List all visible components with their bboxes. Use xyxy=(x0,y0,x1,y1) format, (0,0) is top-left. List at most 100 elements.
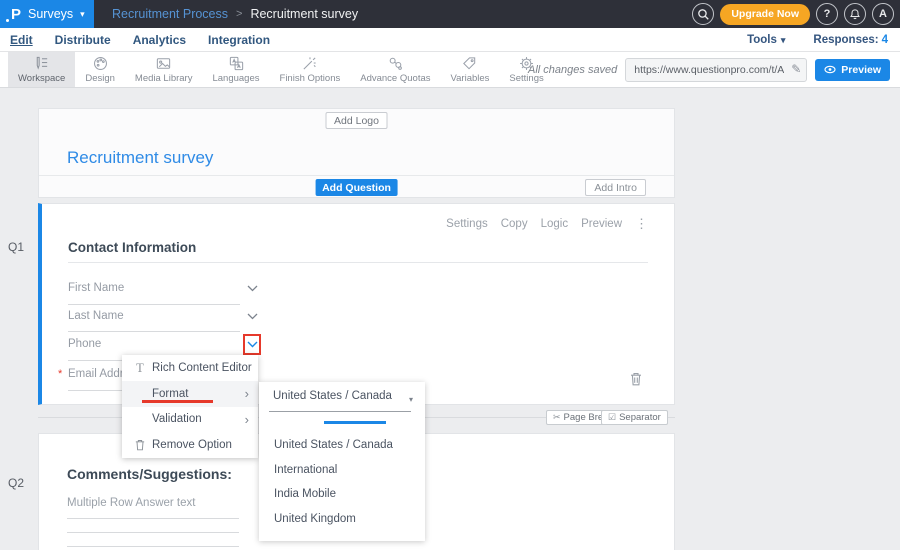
toolbar-right: All changes saved ✎ Preview xyxy=(528,52,890,87)
survey-nav: Edit Distribute Analytics Integration To… xyxy=(0,28,900,52)
format-option-us-canada[interactable]: United States / Canada xyxy=(274,439,393,451)
toolbar-item-workspace[interactable]: Workspace xyxy=(8,52,75,87)
answer-row-underline xyxy=(67,518,239,519)
translate-icon xyxy=(228,55,245,72)
field-phone[interactable]: Phone xyxy=(68,338,101,350)
toolbar-item-languages[interactable]: Languages xyxy=(202,52,269,87)
menu-item-validation[interactable]: Validation › xyxy=(122,407,258,433)
account-avatar[interactable]: A xyxy=(872,3,894,25)
chevron-right-icon: › xyxy=(245,413,249,426)
toolbar-item-design[interactable]: Design xyxy=(75,52,125,87)
survey-header-card: Add Logo Recruitment survey Add Question… xyxy=(38,108,675,198)
toolbar-item-media-library[interactable]: Media Library xyxy=(125,52,203,87)
preview-button[interactable]: Preview xyxy=(815,59,890,81)
question-title[interactable]: Comments/Suggestions: xyxy=(67,466,232,482)
upgrade-now-button[interactable]: Upgrade Now xyxy=(720,4,810,25)
kebab-menu-icon[interactable]: ⋮ xyxy=(635,217,648,230)
field-dropdown-chevron-icon[interactable] xyxy=(247,285,258,292)
editor-toolbar: Workspace Design Media Library xyxy=(0,52,900,88)
search-button[interactable] xyxy=(692,3,714,25)
responses-count: 4 xyxy=(882,34,888,46)
tag-icon xyxy=(461,55,478,72)
avatar-initial: A xyxy=(879,8,887,20)
field-last-name[interactable]: Last Name xyxy=(68,310,124,322)
format-option-india-mobile[interactable]: India Mobile xyxy=(274,488,336,500)
select-underline xyxy=(269,411,411,412)
annotation-red-box xyxy=(243,334,261,355)
separator-button[interactable]: ☑ Separator xyxy=(601,410,668,425)
magic-wand-icon xyxy=(301,55,318,72)
answer-row-underline xyxy=(67,546,239,547)
questionpro-survey-editor: P Surveys ▾ Recruitment Process > Recrui… xyxy=(0,0,900,550)
select-caret-icon: ▾ xyxy=(409,395,413,404)
menu-item-remove-option[interactable]: Remove Option xyxy=(122,432,258,458)
surveys-menu[interactable]: P Surveys ▾ xyxy=(0,0,94,28)
format-option-united-kingdom[interactable]: United Kingdom xyxy=(274,513,356,525)
image-icon xyxy=(155,55,172,72)
nav-right: Tools ▾ Responses: 4 xyxy=(747,28,888,52)
product-name: Surveys xyxy=(28,7,73,21)
breadcrumb-folder[interactable]: Recruitment Process xyxy=(112,7,228,21)
question-preview-link[interactable]: Preview xyxy=(581,218,622,230)
add-logo-button[interactable]: Add Logo xyxy=(325,112,388,129)
field-dropdown-chevron-icon[interactable] xyxy=(247,313,258,320)
breadcrumb: Recruitment Process > Recruitment survey xyxy=(112,0,358,28)
eye-icon xyxy=(824,65,836,74)
bell-icon xyxy=(849,8,861,21)
responses-link[interactable]: Responses: 4 xyxy=(813,34,888,46)
answer-row-underline xyxy=(67,532,239,533)
question-logic-link[interactable]: Logic xyxy=(541,218,569,230)
menu-item-rich-content-editor[interactable]: T Rich Content Editor xyxy=(122,355,258,381)
toolbar-item-advance-quotas[interactable]: Advance Quotas xyxy=(350,52,440,87)
breadcrumb-current: Recruitment survey xyxy=(250,7,358,21)
annotation-red-underline xyxy=(142,400,213,403)
toolbar-items: Workspace Design Media Library xyxy=(8,52,554,87)
responses-label: Responses: xyxy=(813,34,878,46)
question-number-q1: Q1 xyxy=(8,240,24,254)
toolbar-item-variables[interactable]: Variables xyxy=(441,52,500,87)
chevron-down-icon: ▾ xyxy=(781,35,786,46)
nav-tabs: Edit Distribute Analytics Integration xyxy=(10,28,270,52)
question-mark-icon: ? xyxy=(824,8,831,20)
tab-edit[interactable]: Edit xyxy=(10,30,33,50)
question-settings-link[interactable]: Settings xyxy=(446,218,488,230)
delete-question-trash-icon[interactable] xyxy=(630,372,642,386)
multiline-answer-placeholder[interactable]: Multiple Row Answer text xyxy=(67,497,195,509)
question-title[interactable]: Contact Information xyxy=(68,240,196,255)
question-copy-link[interactable]: Copy xyxy=(501,218,528,230)
add-question-button[interactable]: Add Question xyxy=(315,179,398,196)
top-bar: P Surveys ▾ Recruitment Process > Recrui… xyxy=(0,0,900,28)
field-underline xyxy=(68,304,240,305)
active-indicator xyxy=(324,421,386,424)
divider xyxy=(68,262,648,263)
format-select[interactable]: United States / Canada ▾ xyxy=(273,390,411,410)
divider xyxy=(39,175,674,176)
field-first-name[interactable]: First Name xyxy=(68,282,124,294)
required-asterisk: * xyxy=(58,368,62,380)
format-option-international[interactable]: International xyxy=(274,464,337,476)
tools-menu[interactable]: Tools ▾ xyxy=(747,34,785,46)
toolbar-item-finish-options[interactable]: Finish Options xyxy=(270,52,351,87)
survey-canvas: Add Logo Recruitment survey Add Question… xyxy=(0,88,900,550)
help-button[interactable]: ? xyxy=(816,3,838,25)
option-context-menu: T Rich Content Editor Format › Validatio… xyxy=(122,355,258,458)
questionpro-logo-icon: P xyxy=(11,7,21,22)
add-intro-button[interactable]: Add Intro xyxy=(585,179,646,196)
tab-analytics[interactable]: Analytics xyxy=(133,30,186,50)
palette-icon xyxy=(92,55,109,72)
tab-distribute[interactable]: Distribute xyxy=(55,30,111,50)
chevron-down-icon: ▾ xyxy=(80,9,85,20)
scissors-icon: ✂ xyxy=(553,413,561,422)
question-actions: Settings Copy Logic Preview ⋮ xyxy=(446,217,648,230)
survey-url-field: ✎ xyxy=(625,58,807,82)
tab-integration[interactable]: Integration xyxy=(208,30,270,50)
checkbox-icon: ☑ xyxy=(608,413,616,422)
survey-title[interactable]: Recruitment survey xyxy=(67,148,213,168)
notifications-button[interactable] xyxy=(844,3,866,25)
format-submenu: United States / Canada ▾ United States /… xyxy=(259,382,425,541)
topbar-actions: Upgrade Now ? A xyxy=(692,3,894,25)
edit-url-pencil-icon[interactable]: ✎ xyxy=(791,62,801,76)
survey-url-input[interactable] xyxy=(625,58,807,82)
text-format-icon: T xyxy=(133,362,147,375)
breadcrumb-separator: > xyxy=(236,8,242,20)
